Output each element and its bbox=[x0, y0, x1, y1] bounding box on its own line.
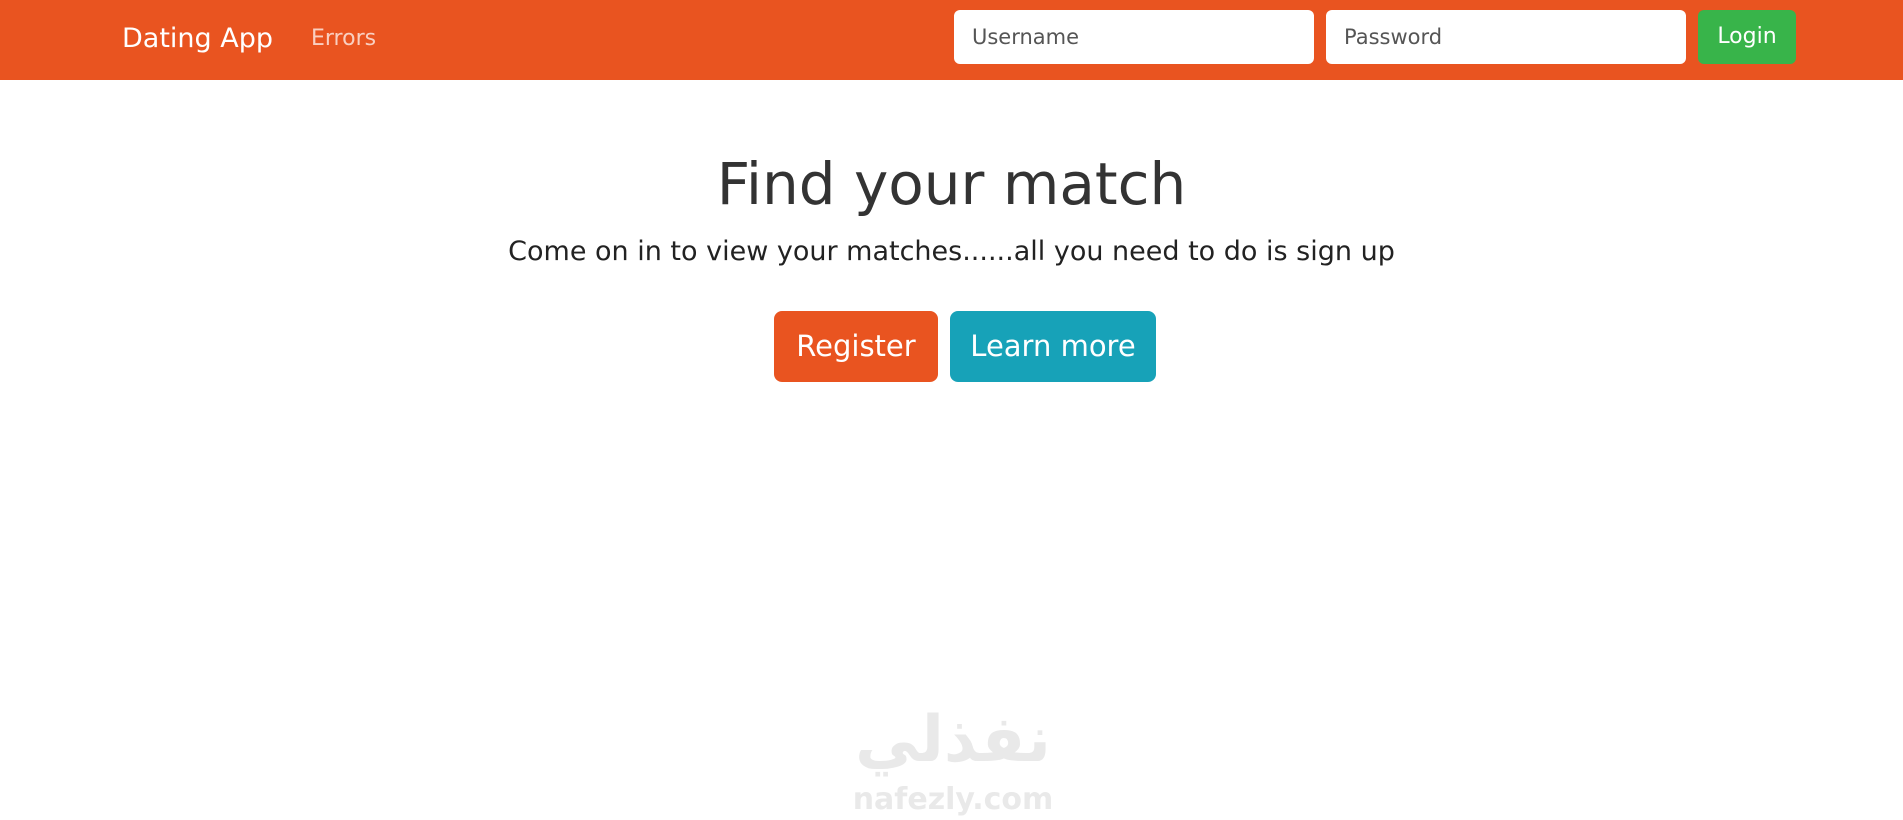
nafezly-watermark: نفذلي nafezly.com bbox=[833, 700, 1073, 820]
password-input[interactable] bbox=[1326, 10, 1686, 64]
watermark-latin-text: nafezly.com bbox=[852, 782, 1054, 817]
top-navbar: Dating App Errors Login bbox=[0, 0, 1903, 80]
watermark-arabic-text: نفذلي bbox=[855, 703, 1051, 777]
hero-title: Find your match bbox=[716, 150, 1187, 218]
login-button[interactable]: Login bbox=[1698, 10, 1796, 64]
hero-subtitle: Come on in to view your matches......all… bbox=[508, 236, 1395, 267]
username-input[interactable] bbox=[954, 10, 1314, 64]
nav-link-errors[interactable]: Errors bbox=[311, 20, 376, 58]
register-button[interactable]: Register bbox=[774, 311, 938, 382]
learn-more-button[interactable]: Learn more bbox=[950, 311, 1156, 382]
brand-link[interactable]: Dating App bbox=[122, 20, 273, 58]
